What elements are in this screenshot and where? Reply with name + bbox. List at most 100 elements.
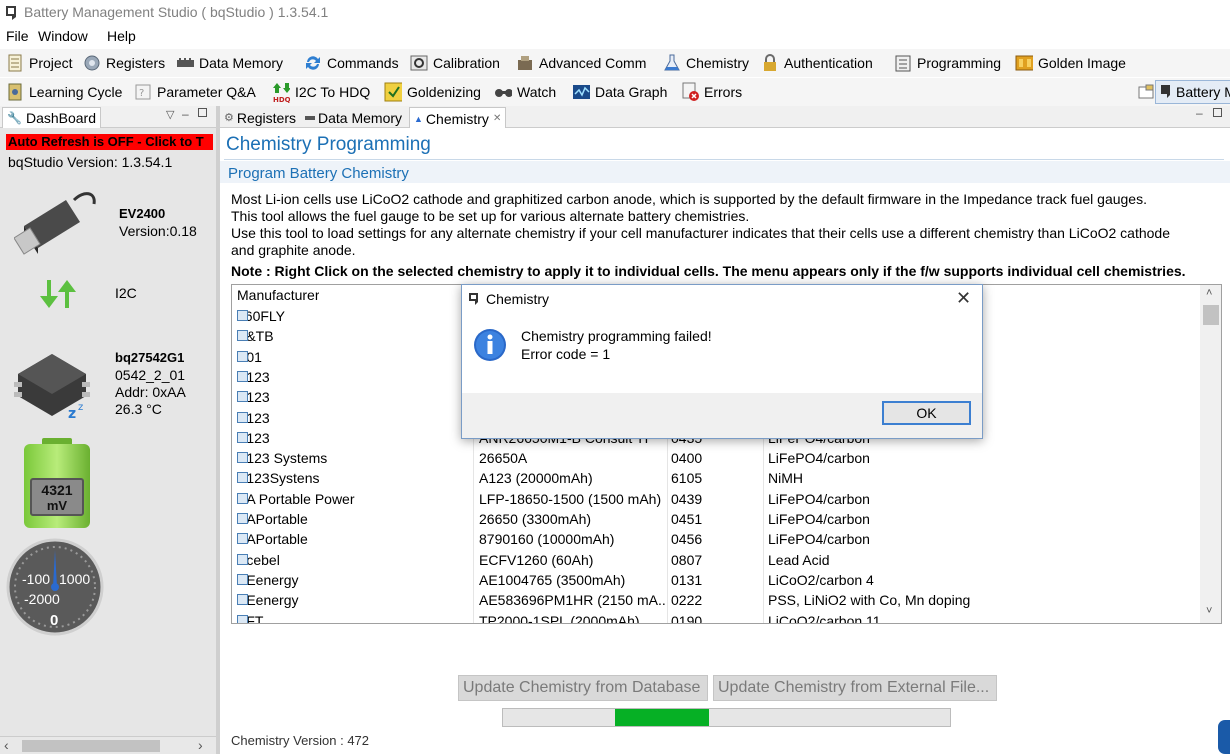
- update-from-external-file-button[interactable]: Update Chemistry from External File...: [713, 675, 997, 701]
- gauge-left-label: -100: [22, 571, 51, 587]
- cell-manufacturer: A123Systens: [237, 470, 471, 486]
- table-row-icon: [237, 472, 248, 484]
- title-bar: Battery Management Studio ( bqStudio ) 1…: [0, 0, 1230, 26]
- tab-chemistry[interactable]: ▲ Chemistry ✕: [409, 107, 507, 129]
- toolbar-parameter-qa-button[interactable]: ? Parameter Q&A: [134, 79, 256, 105]
- toolbar-errors-label: Errors: [704, 84, 743, 100]
- toolbar-project-label: Project: [29, 55, 73, 71]
- cell-model: 26650 (3300mAh): [479, 511, 592, 527]
- table-row[interactable]: AEenergy AE583696PM1HR (2150 mA... 0222 PSS…: [232, 590, 1200, 610]
- table-scroll-thumb[interactable]: [1203, 305, 1219, 325]
- current-gauge: -100 1000 -2000 0: [6, 538, 104, 636]
- view-menu-icon[interactable]: ▽: [166, 108, 174, 121]
- toolbar-programming-label: Programming: [917, 55, 1002, 71]
- toolbar-data-graph-button[interactable]: Data Graph: [572, 79, 667, 105]
- tab-data-memory[interactable]: Data Memory: [301, 107, 406, 128]
- adapter-version: Version:0.18: [119, 223, 197, 239]
- editor-minimize-icon[interactable]: –: [1196, 106, 1203, 120]
- minimize-icon[interactable]: –: [182, 107, 189, 121]
- cell-manufacturer: AAPortable: [237, 531, 471, 547]
- window-title: Battery Management Studio ( bqStudio ) 1…: [24, 4, 329, 20]
- table-row[interactable]: AA Portable Power LFP-18650-1500 (1500 mA…: [232, 489, 1200, 509]
- parameter-qa-icon: ?: [134, 83, 152, 101]
- toolbar-registers-button[interactable]: Registers: [83, 50, 165, 76]
- menu-window[interactable]: Window: [38, 28, 88, 44]
- project-icon: [6, 54, 24, 72]
- table-row-icon: [237, 370, 248, 382]
- table-row-icon: [237, 614, 248, 623]
- toolbar-watch-button[interactable]: Watch: [494, 79, 556, 105]
- update-from-database-button[interactable]: Update Chemistry from Database: [458, 675, 708, 701]
- dashboard-tab-bar: 🔧 DashBoard ▽ –: [0, 106, 216, 128]
- toolbar-programming-button[interactable]: Programming: [894, 50, 1001, 76]
- table-row[interactable]: A123 Systems 26650A 0400 LiFePO4/carbon: [232, 448, 1200, 468]
- toolbar-errors-button[interactable]: Errors: [681, 79, 742, 105]
- close-tab-icon[interactable]: ✕: [493, 113, 501, 124]
- manufacturer-text: AA Portable Power: [237, 490, 355, 507]
- auto-refresh-toggle[interactable]: Auto Refresh is OFF - Click to T: [6, 134, 213, 150]
- scroll-thumb[interactable]: [22, 740, 160, 752]
- dashboard-horizontal-scrollbar[interactable]: ‹ ›: [0, 736, 216, 754]
- maximize-icon[interactable]: [198, 108, 207, 117]
- toolbar-golden-image-button[interactable]: Golden Image: [1015, 50, 1126, 76]
- scroll-left-icon[interactable]: ‹: [4, 737, 9, 753]
- editor-maximize-icon[interactable]: [1213, 108, 1222, 117]
- table-row-icon: [237, 594, 248, 606]
- toolbar-learning-cycle-button[interactable]: Learning Cycle: [6, 79, 122, 105]
- toolbar-project-button[interactable]: Project: [6, 50, 73, 76]
- toolbar-authentication-label: Authentication: [784, 55, 873, 71]
- battery-voltage-unit: mV: [46, 498, 68, 513]
- scroll-right-icon[interactable]: ›: [198, 737, 203, 753]
- table-row-icon: [237, 492, 248, 504]
- table-vertical-scrollbar[interactable]: ˄ ˅: [1200, 285, 1221, 623]
- tab-dashboard[interactable]: 🔧 DashBoard: [2, 107, 101, 128]
- cell-model: A123 (20000mAh): [479, 470, 593, 487]
- data-memory-tab-icon: [305, 115, 315, 120]
- table-row[interactable]: AAPortable 26650 (3300mAh) 0451 LiFePO4/car…: [232, 509, 1200, 529]
- tab-registers[interactable]: ⚙ Registers: [220, 107, 300, 128]
- learning-cycle-icon: [6, 83, 24, 101]
- toolbar-i2c-to-hdq-button[interactable]: HDQ I2C To HDQ: [272, 79, 370, 105]
- device-name: bq27542G1: [115, 350, 185, 365]
- battery-perspective-icon: [1160, 83, 1172, 101]
- cell-manufacturer: AEenergy: [237, 592, 471, 608]
- toolbar-calibration-label: Calibration: [433, 55, 500, 71]
- toolbar-chemistry-button[interactable]: Chemistry: [663, 50, 749, 76]
- scroll-down-icon[interactable]: ˅: [1206, 605, 1212, 617]
- cell-manufacturer: AEenergy: [237, 572, 471, 588]
- dialog-close-icon[interactable]: ✕: [956, 288, 971, 309]
- table-row[interactable]: AAPortable 8790160 (10000mAh) 0456 LiFePO4/…: [232, 529, 1200, 549]
- table-row[interactable]: A123Systens A123 (20000mAh) 6105 NiMH: [232, 468, 1200, 488]
- registers-tab-icon: ⚙: [224, 112, 234, 124]
- toolbar-registers-label: Registers: [106, 55, 166, 71]
- toolbar-data-memory-button[interactable]: Data Memory: [176, 50, 283, 76]
- perspective-battery-button[interactable]: Battery M: [1155, 80, 1230, 104]
- ok-button[interactable]: OK: [882, 401, 971, 425]
- toolbar-authentication-button[interactable]: Authentication: [761, 50, 873, 76]
- table-row[interactable]: AFT TP2000-1SPL (2000mAh) 0190 LiCoO2/carbo…: [232, 611, 1200, 624]
- toolbar-learning-cycle-label: Learning Cycle: [29, 84, 123, 100]
- side-widget[interactable]: [1218, 720, 1230, 754]
- column-header-manufacturer[interactable]: Manufacturer: [237, 287, 319, 303]
- cell-chem-id: 0439: [671, 490, 703, 507]
- toolbar-goldenizing-button[interactable]: Goldenizing: [384, 79, 481, 105]
- bqstudio-version: bqStudio Version: 1.3.54.1: [8, 154, 173, 170]
- table-row[interactable]: Acebel ECFV1260 (60Ah) 0807 Lead Acid: [232, 550, 1200, 570]
- info-icon: [474, 329, 506, 361]
- cell-chem-id: 0190: [671, 612, 703, 624]
- table-row[interactable]: AEenergy AE1004765 (3500mAh) 0131 LiCoO2/ca…: [232, 570, 1200, 590]
- menu-file[interactable]: File: [6, 28, 29, 44]
- device-temperature: 26.3 °C: [115, 401, 162, 417]
- title-underline: [224, 159, 1224, 160]
- commands-icon: [304, 54, 322, 72]
- dialog-message-line-1: Chemistry programming failed!: [521, 328, 712, 344]
- data-graph-icon: [572, 83, 590, 101]
- scroll-up-icon[interactable]: ˄: [1206, 287, 1212, 299]
- svg-text:z: z: [78, 402, 83, 413]
- toolbar-commands-button[interactable]: Commands: [304, 50, 399, 76]
- dialog-title-bar: Chemistry ✕: [462, 285, 982, 313]
- toolbar-advanced-comm-button[interactable]: Advanced Comm: [516, 50, 646, 76]
- cell-manufacturer: A123: [237, 389, 471, 405]
- menu-help[interactable]: Help: [107, 28, 136, 44]
- toolbar-calibration-button[interactable]: Calibration: [410, 50, 500, 76]
